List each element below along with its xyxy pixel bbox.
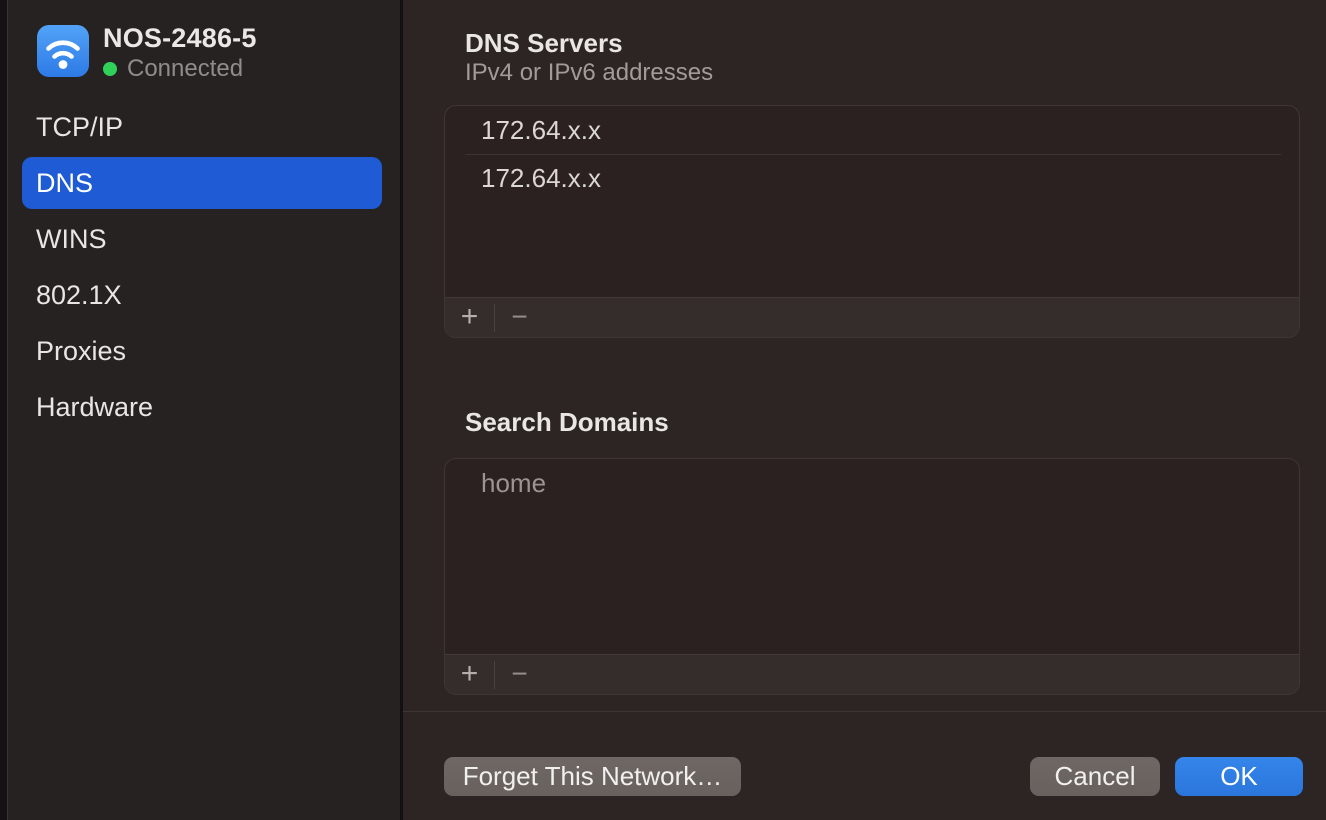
search-domains-toolbar: + − <box>445 654 1299 694</box>
dns-server-entry[interactable]: 172.64.x.x <box>445 106 1299 154</box>
plus-icon: + <box>461 657 479 690</box>
forget-network-button[interactable]: Forget This Network… <box>444 757 741 796</box>
search-domains-list: home + − <box>444 458 1300 695</box>
footer-divider <box>403 711 1326 712</box>
plus-icon: + <box>461 300 479 333</box>
minus-icon: − <box>511 301 527 332</box>
remove-search-domain-button[interactable]: − <box>495 655 544 695</box>
sidebar-item-proxies[interactable]: Proxies <box>22 325 382 377</box>
minus-icon: − <box>511 658 527 689</box>
sidebar-item-dns[interactable]: DNS <box>22 157 382 209</box>
dns-settings-panel: DNS Servers IPv4 or IPv6 addresses 172.6… <box>403 0 1326 820</box>
dns-servers-title: DNS Servers <box>465 28 623 58</box>
dns-server-entry[interactable]: 172.64.x.x <box>445 154 1299 202</box>
sidebar-item-wins[interactable]: WINS <box>22 213 382 265</box>
search-domain-entry[interactable]: home <box>445 459 1299 507</box>
window-edge <box>0 0 8 820</box>
network-name: NOS-2486-5 <box>103 23 257 54</box>
sidebar-item-tcpip[interactable]: TCP/IP <box>22 101 382 153</box>
add-search-domain-button[interactable]: + <box>445 655 494 695</box>
remove-dns-server-button[interactable]: − <box>495 298 544 338</box>
wifi-icon <box>37 25 89 77</box>
sidebar: NOS-2486-5 Connected TCP/IP DNS WINS 802… <box>9 0 400 820</box>
network-details-sheet: NOS-2486-5 Connected TCP/IP DNS WINS 802… <box>0 0 1326 820</box>
status-dot-icon <box>103 62 117 76</box>
network-status: Connected <box>103 58 243 80</box>
ok-button[interactable]: OK <box>1175 757 1303 796</box>
dns-servers-toolbar: + − <box>445 297 1299 337</box>
cancel-button[interactable]: Cancel <box>1030 757 1160 796</box>
sidebar-item-hardware[interactable]: Hardware <box>22 381 382 433</box>
sidebar-item-8021x[interactable]: 802.1X <box>22 269 382 321</box>
search-domains-title: Search Domains <box>465 407 669 437</box>
dns-servers-list: 172.64.x.x 172.64.x.x + − <box>444 105 1300 338</box>
dns-servers-subtitle: IPv4 or IPv6 addresses <box>465 60 713 86</box>
add-dns-server-button[interactable]: + <box>445 298 494 338</box>
sidebar-nav: TCP/IP DNS WINS 802.1X Proxies Hardware <box>22 101 382 437</box>
network-status-label: Connected <box>127 55 243 83</box>
